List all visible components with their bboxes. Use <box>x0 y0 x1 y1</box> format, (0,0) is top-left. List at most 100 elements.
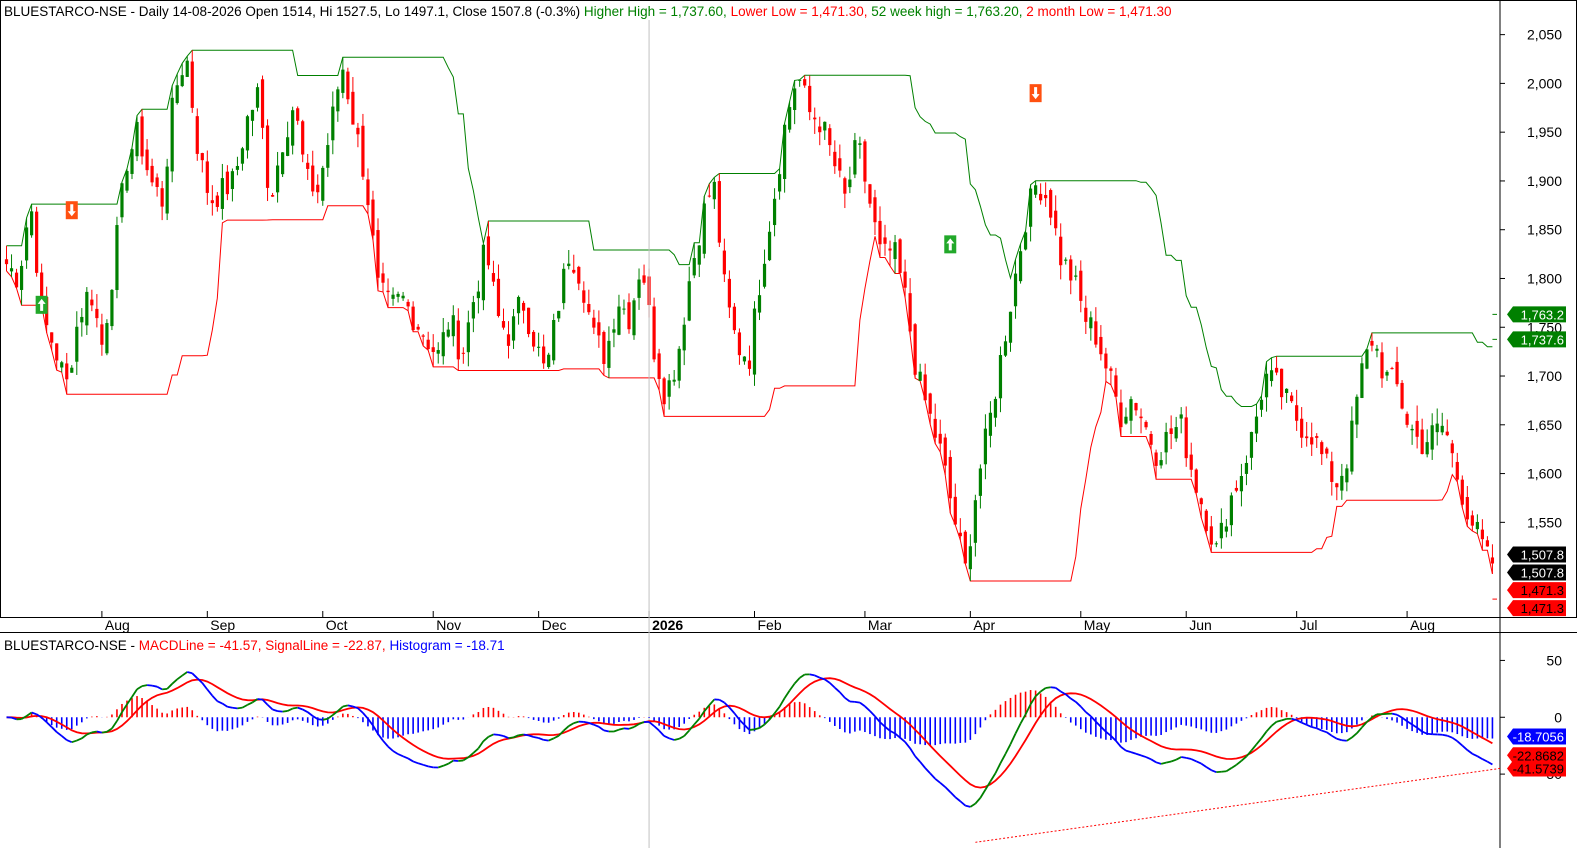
candle-body <box>632 300 636 336</box>
macd-line-segment <box>342 704 349 708</box>
candle-body <box>471 302 475 319</box>
candle-body <box>612 329 616 333</box>
svg-text:1,471.3: 1,471.3 <box>1521 601 1564 616</box>
candle-body <box>1124 416 1128 424</box>
macd-line-segment <box>56 731 63 737</box>
candle-body <box>682 324 686 351</box>
date-tick-label: Dec <box>542 617 567 633</box>
price-tick-label: 1,650 <box>1527 417 1562 433</box>
candle-body <box>416 326 420 330</box>
macd-line-segment <box>1326 731 1333 737</box>
candle-body <box>1365 349 1369 369</box>
macd-line-segment <box>1165 760 1172 764</box>
macd-line-segment <box>1055 687 1062 693</box>
macd-line-segment <box>166 683 173 690</box>
candle-body <box>1259 399 1264 410</box>
macd-line-segment <box>824 678 831 684</box>
candle-body <box>165 166 169 214</box>
candle-body <box>1139 416 1143 419</box>
candle-body <box>1219 522 1223 539</box>
macd-line-segment <box>1461 744 1468 751</box>
price-chart-header: BLUESTARCO-NSE - Daily 14-08-2026 Open 1… <box>4 4 1172 19</box>
chart-canvas[interactable]: 2,0502,0001,9501,9001,8501,8001,7501,700… <box>0 0 1577 848</box>
macd-line-segment <box>347 704 354 708</box>
macd-line-segment <box>136 685 143 691</box>
macd-header-symbol: BLUESTARCO-NSE <box>4 638 127 653</box>
macd-line-segment <box>181 671 188 677</box>
macd-line-segment <box>518 733 524 737</box>
candle-body <box>1460 479 1464 505</box>
candle-body <box>341 69 345 93</box>
macd-line-segment <box>292 706 298 710</box>
candle-body <box>240 148 245 164</box>
candle-body <box>220 178 224 209</box>
candle-body <box>1044 194 1048 199</box>
macd-line-segment <box>417 762 424 766</box>
macd-line-segment <box>1265 725 1273 733</box>
macd-line-segment <box>1341 739 1347 742</box>
candle-body <box>255 87 260 108</box>
macd-line-segment <box>508 736 514 739</box>
candle-body <box>547 354 551 368</box>
candle-body <box>1179 414 1183 419</box>
macd-line-segment <box>392 750 399 755</box>
candle-body <box>592 317 596 328</box>
candle-body <box>577 266 581 284</box>
candle-body <box>1274 367 1279 373</box>
macd-line-segment <box>503 735 509 739</box>
macd-tick-label: 50 <box>1546 652 1562 668</box>
candle-body <box>90 299 94 306</box>
date-tick-label: Apr <box>973 617 995 633</box>
macd-line-segment <box>593 723 600 728</box>
macd-line-segment <box>829 682 836 689</box>
macd-line-segment <box>949 791 956 798</box>
header-dash: - <box>126 4 139 19</box>
macd-line-segment <box>428 765 434 769</box>
candle-body <box>1279 368 1284 398</box>
candle-body <box>1154 452 1158 466</box>
candle-body <box>521 302 526 311</box>
candle-body <box>55 343 59 361</box>
price-tick-label: 1,800 <box>1527 270 1562 286</box>
candle-body <box>587 304 591 313</box>
candle-body <box>1305 436 1309 439</box>
candle-body <box>275 165 280 193</box>
candle-body <box>1149 433 1153 445</box>
candle-body <box>150 165 154 183</box>
candle-body <box>702 203 706 254</box>
candle-body <box>552 319 556 361</box>
candle-body <box>1104 353 1108 369</box>
macd-line-segment <box>909 747 916 757</box>
macd-line-segment <box>307 711 314 717</box>
candle-body <box>1018 251 1023 282</box>
candle-body <box>100 324 104 345</box>
macd-line-segment <box>603 729 610 733</box>
candle-body <box>210 200 214 204</box>
candle-body <box>1164 431 1168 453</box>
candle-body <box>707 195 711 197</box>
candle-body <box>476 291 480 299</box>
macd-line-segment <box>533 736 539 739</box>
macd-line-segment <box>66 739 73 744</box>
macd-line-segment <box>1181 756 1187 759</box>
candle-body <box>70 367 74 373</box>
sell-signal-arrow-icon <box>1029 84 1042 103</box>
macd-line-segment <box>778 697 786 708</box>
candle-body <box>180 75 184 87</box>
macd-line-segment <box>1135 752 1142 757</box>
date-tick-label: Feb <box>757 617 781 633</box>
candle-body <box>140 116 144 157</box>
candle-body <box>1300 418 1304 438</box>
candle-body <box>326 145 330 168</box>
candle-body <box>677 348 681 381</box>
candle-body <box>1008 311 1013 343</box>
macd-line-segment <box>297 706 304 711</box>
macd-line-segment <box>141 684 148 688</box>
candle-body <box>260 79 265 128</box>
candle-body <box>697 245 701 265</box>
macd-line-segment <box>1125 749 1132 753</box>
macd-line-segment <box>673 737 680 741</box>
candle-body <box>898 239 902 273</box>
macd-line-segment <box>1486 760 1493 766</box>
macd-line-segment <box>111 720 118 729</box>
